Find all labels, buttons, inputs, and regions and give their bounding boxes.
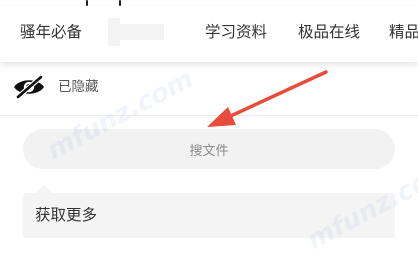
- section-divider: [0, 115, 418, 116]
- get-more-card[interactable]: 获取更多: [23, 185, 395, 238]
- eye-slash-icon[interactable]: [12, 74, 46, 100]
- nav-item-study-materials[interactable]: 学习资料: [205, 20, 267, 44]
- get-more-label: 获取更多: [35, 206, 98, 224]
- nav-item-essentials[interactable]: 骚年必备: [20, 20, 82, 44]
- hidden-status-label: 已隐藏: [58, 79, 99, 95]
- search-files-button[interactable]: 搜文件: [23, 129, 395, 169]
- nav-item-placeholder: [108, 18, 164, 46]
- nav-item-premium-online[interactable]: 极品在线: [298, 20, 360, 44]
- card-pointer-notch: [35, 185, 53, 193]
- category-nav-bar: 骚年必备 学习资料 极品在线 精品: [0, 6, 418, 62]
- nav-item-boutique[interactable]: 精品: [389, 20, 418, 44]
- search-files-label: 搜文件: [189, 143, 229, 159]
